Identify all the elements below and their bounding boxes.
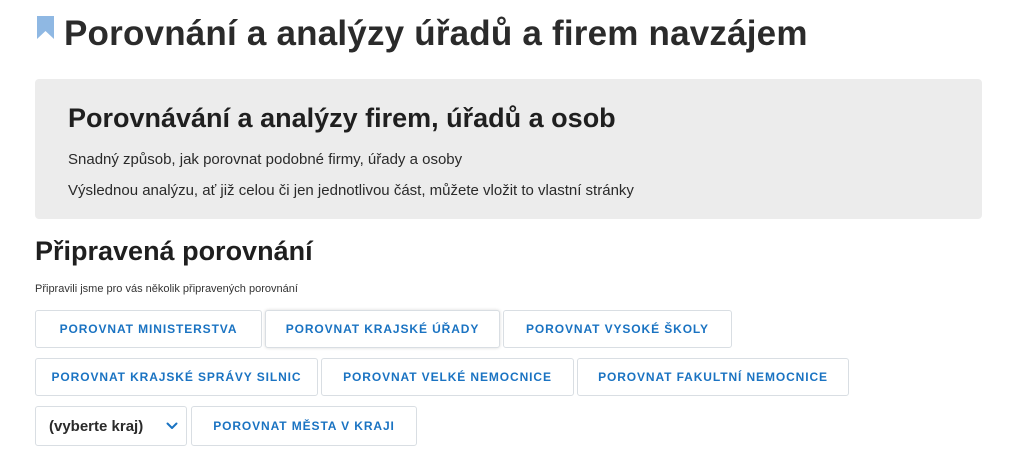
intro-text-1: Snadný způsob, jak porovnat podobné firm… [68,151,463,168]
compare-regional-offices-button[interactable]: POROVNAT KRAJSKÉ ÚŘADY [265,310,500,348]
intro-panel: Porovnávání a analýzy firem, úřadů a oso… [35,79,982,219]
page-title: Porovnání a analýzy úřadů a firem navzáj… [64,14,808,53]
compare-cities-in-region-button[interactable]: POROVNAT MĚSTA V KRAJI [191,406,417,446]
bookmark-icon [37,15,54,39]
compare-universities-button[interactable]: POROVNAT VYSOKÉ ŠKOLY [503,310,732,348]
region-select-value: (vyberte kraj) [49,417,144,435]
compare-faculty-hospitals-button[interactable]: POROVNAT FAKULTNÍ NEMOCNICE [577,358,849,396]
compare-large-hospitals-button[interactable]: POROVNAT VELKÉ NEMOCNICE [321,358,574,396]
intro-heading: Porovnávání a analýzy firem, úřadů a oso… [68,103,616,133]
title-row: Porovnání a analýzy úřadů a firem navzáj… [37,12,808,56]
prepared-comparisons-heading: Připravená porovnání [35,236,313,266]
region-select[interactable]: (vyberte kraj) [35,406,187,446]
compare-ministries-button[interactable]: POROVNAT MINISTERSTVA [35,310,262,348]
page: Porovnání a analýzy úřadů a firem navzáj… [0,0,1024,465]
intro-text-2: Výslednou analýzu, ať již celou či jen j… [68,182,634,199]
chevron-down-icon [166,422,178,429]
prepared-comparisons-description: Připravili jsme pro vás několik připrave… [35,283,298,295]
compare-regional-road-authorities-button[interactable]: POROVNAT KRAJSKÉ SPRÁVY SILNIC [35,358,318,396]
